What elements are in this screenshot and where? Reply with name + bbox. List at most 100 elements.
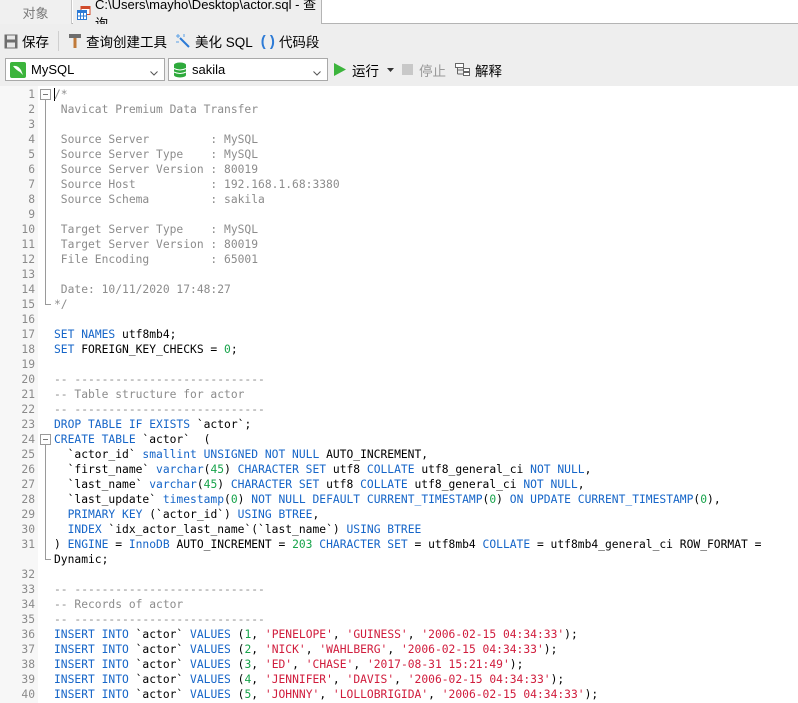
code-line[interactable]: 15 */ bbox=[0, 297, 798, 312]
code-area[interactable]: 1/* 2 Navicat Premium Data Transfer 3 4 Sou… bbox=[0, 87, 798, 702]
code-line[interactable]: 4 Source Server : MySQL bbox=[0, 132, 798, 147]
code-line[interactable]: 25 `actor_id` smallint UNSIGNED NOT NULL… bbox=[0, 447, 798, 462]
code-line[interactable]: 7 Source Host : 192.168.1.68:3380 bbox=[0, 177, 798, 192]
code-line[interactable]: 6 Source Server Version : 80019 bbox=[0, 162, 798, 177]
code-line[interactable]: 13 bbox=[0, 267, 798, 282]
code-line[interactable]: 12 File Encoding : 65001 bbox=[0, 252, 798, 267]
line-number: 8 bbox=[28, 193, 35, 206]
code-line[interactable]: 37 INSERT INTO `actor` VALUES (2, 'NICK',… bbox=[0, 642, 798, 657]
code-line[interactable]: 30 INDEX `idx_actor_last_name`(`last_nam… bbox=[0, 522, 798, 537]
line-number: 14 bbox=[21, 283, 35, 296]
code-snippet-button[interactable]: ( ) 代码段 bbox=[257, 29, 324, 53]
line-number: 27 bbox=[21, 478, 35, 491]
code-line[interactable]: 21 -- Table structure for actor bbox=[0, 387, 798, 402]
save-button[interactable]: 保存 bbox=[0, 29, 53, 53]
fold-collapse-icon[interactable] bbox=[40, 89, 51, 100]
code-line[interactable]: 35 -- ---------------------------- bbox=[0, 612, 798, 627]
code-line[interactable]: 39 INSERT INTO `actor` VALUES (4, 'JENNIF… bbox=[0, 672, 798, 687]
beautify-sql-button[interactable]: 美化 SQL bbox=[171, 29, 257, 53]
code-line[interactable]: 29 PRIMARY KEY (`actor_id`) USING BTREE, bbox=[0, 507, 798, 522]
number-token: 45 bbox=[210, 463, 225, 476]
database-select[interactable]: sakila bbox=[168, 58, 328, 81]
tab-objects[interactable]: 对象 bbox=[0, 0, 72, 24]
code-line[interactable]: 2 Navicat Premium Data Transfer bbox=[0, 102, 798, 117]
text-token: ( bbox=[230, 658, 245, 671]
string-token: '2006-02-15 04:34:33' bbox=[400, 643, 544, 656]
code-line[interactable]: Dynamic; bbox=[0, 552, 798, 567]
code-line[interactable]: 10 Target Server Type : MySQL bbox=[0, 222, 798, 237]
code-line[interactable]: 40 INSERT INTO `actor` VALUES (5, 'JOHNNY… bbox=[0, 687, 798, 702]
string-token: 'JOHNNY' bbox=[264, 688, 320, 701]
text-token: utf8mb4; bbox=[115, 328, 177, 341]
line-number: 20 bbox=[21, 373, 35, 386]
code-line[interactable]: 20 -- ---------------------------- bbox=[0, 372, 798, 387]
code-line[interactable]: 34 -- Records of actor bbox=[0, 597, 798, 612]
code-line[interactable]: 32 bbox=[0, 567, 798, 582]
code-line[interactable]: 1 /* bbox=[0, 87, 798, 102]
keyword-token: COLLATE bbox=[360, 478, 408, 491]
line-text: `last_name` varchar(45) CHARACTER SET ut… bbox=[54, 477, 585, 492]
string-token: 'ED' bbox=[264, 658, 293, 671]
connection-select[interactable]: MySQL bbox=[5, 58, 165, 81]
text-token: ); bbox=[564, 628, 578, 641]
code-line[interactable]: 3 bbox=[0, 117, 798, 132]
keyword-token: SET bbox=[54, 343, 75, 356]
code-line[interactable]: 33 -- ---------------------------- bbox=[0, 582, 798, 597]
text-token: ( bbox=[230, 628, 245, 641]
line-number: 12 bbox=[21, 253, 35, 266]
code-line[interactable]: 24 CREATE TABLE `actor` ( bbox=[0, 432, 798, 447]
line-text: Dynamic; bbox=[54, 552, 108, 567]
stop-button[interactable]: 停止 bbox=[402, 58, 446, 81]
comment-token: */ bbox=[54, 298, 68, 311]
line-text: INSERT INTO `actor` VALUES (4, 'JENNIFER… bbox=[54, 672, 564, 687]
code-line[interactable]: 8 Source Schema : sakila bbox=[0, 192, 798, 207]
line-text: CREATE TABLE `actor` ( bbox=[54, 432, 210, 447]
keyword-token: varchar bbox=[156, 463, 204, 476]
query-builder-button[interactable]: 查询创建工具 bbox=[64, 29, 171, 53]
code-line[interactable]: 11 Target Server Version : 80019 bbox=[0, 237, 798, 252]
line-number: 17 bbox=[21, 328, 35, 341]
code-line[interactable]: 14 Date: 10/11/2020 17:48:27 bbox=[0, 282, 798, 297]
comment-token: File Encoding : 65001 bbox=[54, 253, 259, 266]
line-text: SET FOREIGN_KEY_CHECKS = 0; bbox=[54, 342, 238, 357]
code-line[interactable]: 26 `first_name` varchar(45) CHARACTER SE… bbox=[0, 462, 798, 477]
text-token: `last_update` bbox=[54, 493, 163, 506]
code-line[interactable]: 16 bbox=[0, 312, 798, 327]
explain-button[interactable]: 解释 bbox=[455, 58, 502, 81]
text-token: , bbox=[312, 508, 320, 521]
code-line[interactable]: 38 INSERT INTO `actor` VALUES (3, 'ED', '… bbox=[0, 657, 798, 672]
tab-query-actor-sql[interactable]: C:\Users\mayho\Desktop\actor.sql - 查询 bbox=[73, 0, 322, 31]
code-line[interactable]: 19 bbox=[0, 357, 798, 372]
keyword-token: CREATE TABLE bbox=[54, 433, 136, 446]
text-token: = utf8mb4_general_ci ROW_FORMAT = bbox=[530, 538, 762, 551]
sql-editor[interactable]: 1/* 2 Navicat Premium Data Transfer 3 4 Sou… bbox=[0, 86, 798, 703]
line-text: Date: 10/11/2020 17:48:27 bbox=[54, 282, 231, 297]
keyword-token: CHARACTER SET bbox=[230, 478, 320, 491]
line-number: 3 bbox=[28, 118, 35, 131]
code-line[interactable]: 9 bbox=[0, 207, 798, 222]
code-line[interactable]: 28 `last_update` timestamp(0) NOT NULL D… bbox=[0, 492, 798, 507]
comment-token: -- ---------------------------- bbox=[54, 373, 265, 386]
string-token: 'GUINESS' bbox=[346, 628, 408, 641]
code-line[interactable]: 36 INSERT INTO `actor` VALUES (1, 'PENELO… bbox=[0, 627, 798, 642]
line-number: 35 bbox=[21, 613, 35, 626]
line-number: 33 bbox=[21, 583, 35, 596]
database-value: sakila bbox=[192, 62, 226, 77]
line-text: -- ---------------------------- bbox=[54, 402, 265, 417]
text-token: Dynamic; bbox=[54, 553, 109, 566]
code-line[interactable]: 17 SET NAMES utf8mb4; bbox=[0, 327, 798, 342]
fold-collapse-icon[interactable] bbox=[40, 434, 51, 445]
text-token: `actor` bbox=[128, 688, 191, 701]
string-token: 'NICK' bbox=[264, 643, 306, 656]
code-line[interactable]: 31) ENGINE = InnoDB AUTO_INCREMENT = 203… bbox=[0, 537, 798, 552]
code-line[interactable]: 5 Source Server Type : MySQL bbox=[0, 147, 798, 162]
code-line[interactable]: 23 DROP TABLE IF EXISTS `actor`; bbox=[0, 417, 798, 432]
run-dropdown-caret-icon[interactable] bbox=[387, 67, 394, 72]
string-token: 'JENNIFER' bbox=[264, 673, 333, 686]
code-line[interactable]: 22 -- ---------------------------- bbox=[0, 402, 798, 417]
code-line[interactable]: 27 `last_name` varchar(45) CHARACTER SET… bbox=[0, 477, 798, 492]
text-token: ( bbox=[196, 478, 204, 491]
line-number: 24 bbox=[21, 433, 35, 446]
code-line[interactable]: 18 SET FOREIGN_KEY_CHECKS = 0; bbox=[0, 342, 798, 357]
run-button[interactable]: 运行 bbox=[334, 58, 394, 81]
